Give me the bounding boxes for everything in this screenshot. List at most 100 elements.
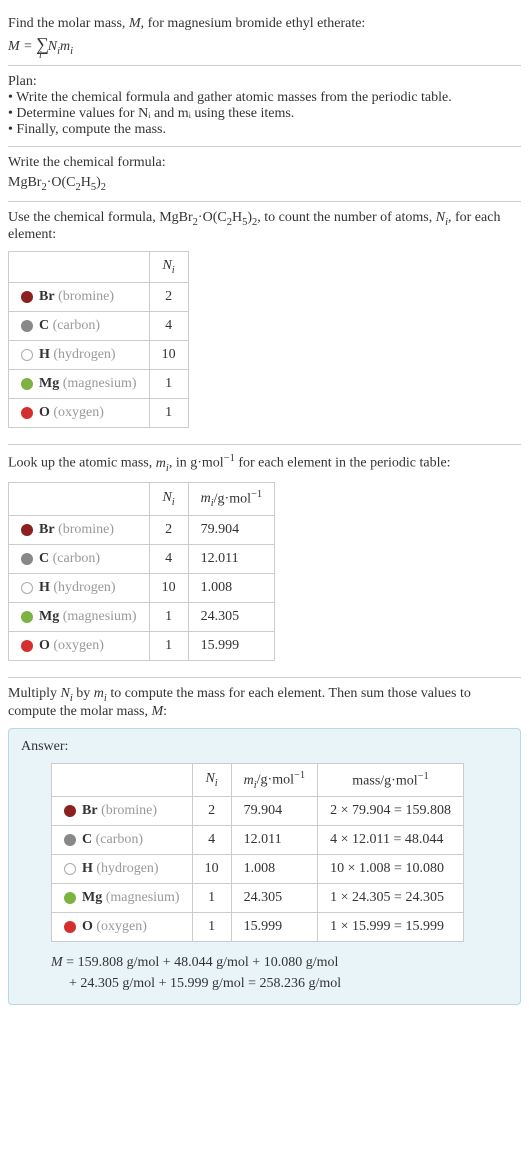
element-name: (carbon) <box>53 318 100 333</box>
intro-equation: M = ∑iNimi <box>8 34 521 57</box>
mass-value: 2 × 79.904 = 159.808 <box>318 797 464 826</box>
intro-text: Find the molar mass, M, for magnesium br… <box>8 16 521 32</box>
plan-bullet-1: • Write the chemical formula and gather … <box>8 90 521 106</box>
element-name: (oxygen) <box>53 405 104 420</box>
answer-title: Answer: <box>21 739 508 755</box>
count-header-blank <box>9 252 150 283</box>
element-symbol: Br <box>39 522 55 537</box>
answer-header-mass: mass/g·mol−1 <box>318 763 464 796</box>
lookup-section: Look up the atomic mass, mi, in g·mol−1 … <box>8 445 521 678</box>
mi-value: 1.008 <box>231 855 318 884</box>
lookup-table: Ni mi/g·mol−1 Br (bromine)279.904 C (car… <box>8 482 275 661</box>
element-symbol: C <box>82 832 92 847</box>
ni-value: 1 <box>149 632 188 661</box>
table-row: C (carbon)412.011 <box>9 545 275 574</box>
ni-value: 2 <box>192 797 231 826</box>
table-row: H (hydrogen) 10 <box>9 341 189 370</box>
bromine-dot-icon <box>21 524 33 536</box>
mi-value: 12.011 <box>188 545 275 574</box>
element-name: (oxygen) <box>53 638 104 653</box>
answer-box: Answer: Ni mi/g·mol−1 mass/g·mol−1 Br (b… <box>8 728 521 1005</box>
table-row: Mg (magnesium)124.3051 × 24.305 = 24.305 <box>52 884 464 913</box>
element-name: (hydrogen) <box>53 580 115 595</box>
plan-bullet-2: • Determine values for Nᵢ and mᵢ using t… <box>8 106 521 122</box>
ni-value: 10 <box>149 341 188 370</box>
element-symbol: Mg <box>39 609 59 624</box>
element-name: (carbon) <box>53 551 100 566</box>
bromine-dot-icon <box>21 291 33 303</box>
table-row: H (hydrogen)101.008 <box>9 574 275 603</box>
ni-value: 4 <box>192 826 231 855</box>
element-symbol: O <box>39 405 50 420</box>
intro-prefix: Find the molar mass, <box>8 16 129 31</box>
table-row: O (oxygen) 115.999 <box>9 632 275 661</box>
element-symbol: O <box>82 919 93 934</box>
sum-index: i <box>39 50 42 61</box>
element-name: (hydrogen) <box>96 861 158 876</box>
element-name: (bromine) <box>101 803 157 818</box>
mi-value: 79.904 <box>188 516 275 545</box>
hydrogen-dot-icon <box>21 582 33 594</box>
carbon-dot-icon <box>21 553 33 565</box>
ni-value: 1 <box>192 884 231 913</box>
final-line-1: = 159.808 g/mol + 48.044 g/mol + 10.080 … <box>66 955 338 970</box>
final-equation: M = 159.808 g/mol + 48.044 g/mol + 10.08… <box>51 952 508 994</box>
ni-value: 1 <box>149 370 188 399</box>
count-table: Ni Br (bromine)2 C (carbon)4 H (hydrogen… <box>8 251 189 428</box>
element-symbol: Br <box>39 289 55 304</box>
oxygen-dot-icon <box>21 640 33 652</box>
table-row: H (hydrogen)101.00810 × 1.008 = 10.080 <box>52 855 464 884</box>
write-formula-title: Write the chemical formula: <box>8 155 521 171</box>
intro-var: M <box>129 16 141 31</box>
ni-value: 1 <box>192 913 231 942</box>
table-row: C (carbon)4 <box>9 312 189 341</box>
carbon-dot-icon <box>64 834 76 846</box>
element-name: (bromine) <box>58 522 114 537</box>
table-row: O (oxygen)1 <box>9 399 189 428</box>
table-row: Br (bromine)279.904 <box>9 516 275 545</box>
oxygen-dot-icon <box>21 407 33 419</box>
table-row: O (oxygen)115.9991 × 15.999 = 15.999 <box>52 913 464 942</box>
mi-value: 15.999 <box>231 913 318 942</box>
lookup-header-ni: Ni <box>149 482 188 515</box>
multiply-text: Multiply Ni by mi to compute the mass fo… <box>8 686 521 720</box>
ni-value: 4 <box>149 545 188 574</box>
element-name: (magnesium) <box>63 376 137 391</box>
final-line-2: + 24.305 g/mol + 15.999 g/mol = 258.236 … <box>69 973 508 994</box>
element-name: (magnesium) <box>63 609 137 624</box>
ni-value: 4 <box>149 312 188 341</box>
mi-value: 24.305 <box>188 603 275 632</box>
element-symbol: Mg <box>82 890 102 905</box>
element-symbol: Mg <box>39 376 59 391</box>
ni-value: 1 <box>149 603 188 632</box>
magnesium-dot-icon <box>21 611 33 623</box>
count-atoms-text: Use the chemical formula, MgBr2·O(C2H5)2… <box>8 210 521 244</box>
ni-value: 2 <box>149 283 188 312</box>
element-name: (bromine) <box>58 289 114 304</box>
hydrogen-dot-icon <box>64 863 76 875</box>
element-symbol: H <box>39 347 50 362</box>
element-symbol: O <box>39 638 50 653</box>
table-row: Mg (magnesium) 1 <box>9 370 189 399</box>
table-row: C (carbon)412.0114 × 12.011 = 48.044 <box>52 826 464 855</box>
table-row: Mg (magnesium) 124.305 <box>9 603 275 632</box>
count-header-ni: Ni <box>149 252 188 283</box>
mass-value: 10 × 1.008 = 10.080 <box>318 855 464 884</box>
element-name: (hydrogen) <box>53 347 115 362</box>
table-row: Br (bromine)279.9042 × 79.904 = 159.808 <box>52 797 464 826</box>
hydrogen-dot-icon <box>21 349 33 361</box>
mass-value: 1 × 24.305 = 24.305 <box>318 884 464 913</box>
multiply-section: Multiply Ni by mi to compute the mass fo… <box>8 678 521 1005</box>
mi-value: 15.999 <box>188 632 275 661</box>
carbon-dot-icon <box>21 320 33 332</box>
lookup-text: Look up the atomic mass, mi, in g·mol−1 … <box>8 453 521 473</box>
magnesium-dot-icon <box>64 892 76 904</box>
bromine-dot-icon <box>64 805 76 817</box>
element-symbol: H <box>82 861 93 876</box>
element-name: (carbon) <box>96 832 143 847</box>
ni-value: 10 <box>149 574 188 603</box>
plan-section: Plan: • Write the chemical formula and g… <box>8 66 521 147</box>
magnesium-dot-icon <box>21 378 33 390</box>
write-formula-section: Write the chemical formula: MgBr2·O(C2H5… <box>8 147 521 202</box>
intro-section: Find the molar mass, M, for magnesium br… <box>8 8 521 66</box>
